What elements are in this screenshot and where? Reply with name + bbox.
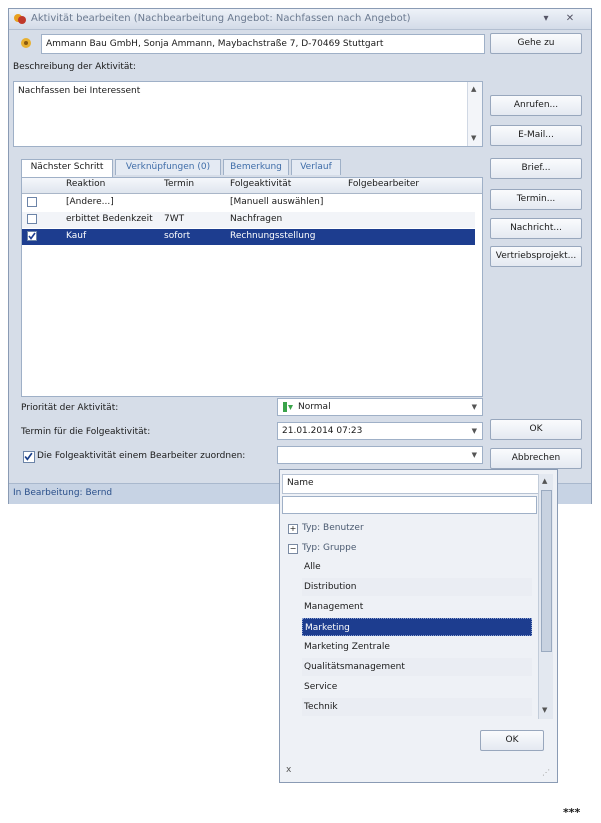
cell-reaktion: [Andere...]	[66, 197, 114, 207]
close-icon[interactable]: ✕	[563, 12, 577, 26]
cell-folgeaktivitaet: [Manuell auswählen]	[230, 197, 324, 207]
next-step-grid: Reaktion Termin Folgeaktivität Folgebear…	[21, 177, 483, 397]
scroll-thumb[interactable]	[541, 490, 552, 652]
table-row[interactable]: erbittet Bedenkzeit 7WT Nachfragen	[22, 212, 475, 228]
description-value: Nachfassen bei Interessent	[18, 86, 141, 96]
dropdown-ok-button[interactable]: OK	[480, 730, 544, 751]
group-label: Typ: Benutzer	[302, 523, 364, 533]
table-row-selected[interactable]: Kauf sofort Rechnungsstellung	[22, 229, 475, 245]
cell-reaktion: Kauf	[66, 231, 87, 241]
date-label: Termin für die Folgeaktivität:	[21, 427, 151, 437]
check-icon	[28, 232, 36, 240]
activity-dialog: Aktivität bearbeiten (Nachbearbeitung An…	[8, 8, 592, 504]
assign-checkbox[interactable]	[23, 451, 35, 463]
tab-links[interactable]: Verknüpfungen (0)	[115, 159, 221, 175]
column-name-header[interactable]: Name	[287, 478, 314, 488]
dropdown-header: Name	[282, 474, 539, 494]
scroll-up-icon[interactable]: ▲	[471, 85, 476, 93]
list-item[interactable]: Distribution	[302, 578, 532, 596]
tab-next-step[interactable]: Nächster Schritt	[21, 159, 113, 177]
message-button[interactable]: Nachricht...	[490, 218, 582, 239]
description-scrollbar[interactable]: ▲ ▼	[467, 82, 482, 146]
description-textarea[interactable]: Nachfassen bei Interessent ▲ ▼	[13, 81, 483, 147]
cell-folgeaktivitaet: Nachfragen	[230, 214, 283, 224]
row-checkbox[interactable]	[27, 214, 37, 224]
priority-select[interactable]: Normal ▼	[277, 398, 483, 416]
row-checkbox-checked[interactable]	[27, 231, 37, 241]
contact-icon	[21, 38, 31, 48]
scroll-down-icon[interactable]: ▼	[542, 706, 547, 714]
window-title: Aktivität bearbeiten (Nachbearbeitung An…	[31, 13, 411, 24]
tab-strip: Nächster Schritt Verknüpfungen (0) Bemer…	[21, 159, 481, 177]
table-row[interactable]: [Andere...] [Manuell auswählen]	[22, 195, 475, 211]
scroll-down-icon[interactable]: ▼	[471, 134, 476, 142]
appointment-button[interactable]: Termin...	[490, 189, 582, 210]
cell-reaktion: erbittet Bedenkzeit	[66, 214, 153, 224]
priority-value: Normal	[298, 402, 331, 412]
pin-icon[interactable]: ▾	[539, 12, 553, 26]
title-bar[interactable]: Aktivität bearbeiten (Nachbearbeitung An…	[9, 9, 591, 30]
date-value: 21.01.2014 07:23	[282, 426, 363, 436]
description-label: Beschreibung der Aktivität:	[13, 62, 136, 72]
cell-termin: 7WT	[164, 214, 185, 224]
email-button[interactable]: E-Mail...	[490, 125, 582, 146]
col-termin[interactable]: Termin	[164, 179, 194, 189]
list-item[interactable]: Marketing Zentrale	[302, 638, 532, 656]
assign-select[interactable]: ▼	[277, 446, 483, 464]
collapse-icon[interactable]: −	[288, 544, 298, 554]
group-row-gruppe[interactable]: − Typ: Gruppe	[286, 540, 536, 558]
list-item[interactable]: Qualitätsmanagement	[302, 658, 532, 676]
row-checkbox[interactable]	[27, 197, 37, 207]
expand-icon[interactable]: +	[288, 524, 298, 534]
chevron-down-icon[interactable]: ▼	[472, 451, 477, 459]
assign-label: Die Folgeaktivität einem Bearbeiter zuor…	[37, 451, 246, 461]
chevron-down-icon[interactable]: ▼	[472, 403, 477, 411]
ok-button[interactable]: OK	[490, 419, 582, 440]
sales-project-button[interactable]: Vertriebsprojekt...	[490, 246, 582, 267]
list-item[interactable]: Service	[302, 678, 532, 696]
goto-button[interactable]: Gehe zu	[490, 33, 582, 54]
date-picker[interactable]: 21.01.2014 07:23 ▼	[277, 422, 483, 440]
col-reaktion[interactable]: Reaktion	[66, 179, 105, 189]
app-icon	[14, 14, 26, 24]
contact-field[interactable]: Ammann Bau GmbH, Sonja Ammann, Maybachst…	[41, 34, 485, 54]
list-item[interactable]: Technik	[302, 698, 532, 716]
priority-label: Priorität der Aktivität:	[21, 403, 119, 413]
group-row-benutzer[interactable]: + Typ: Benutzer	[286, 520, 536, 538]
resize-grip-icon[interactable]: ⋰	[542, 768, 550, 777]
cancel-button[interactable]: Abbrechen	[490, 448, 582, 469]
list-item[interactable]: Alle	[302, 558, 532, 576]
status-text: In Bearbeitung: Bernd	[13, 488, 113, 498]
check-icon	[24, 452, 33, 461]
list-item-selected[interactable]: Marketing	[302, 618, 532, 636]
col-folgebearbeiter[interactable]: Folgebearbeiter	[348, 179, 419, 189]
list-item[interactable]: Management	[302, 598, 532, 616]
contact-value: Ammann Bau GmbH, Sonja Ammann, Maybachst…	[46, 39, 384, 49]
col-folgeaktivitaet[interactable]: Folgeaktivität	[230, 179, 291, 189]
cell-folgeaktivitaet: Rechnungsstellung	[230, 231, 316, 241]
call-button[interactable]: Anrufen...	[490, 95, 582, 116]
dropdown-search-input[interactable]	[282, 496, 537, 514]
priority-normal-icon	[283, 402, 293, 412]
group-label: Typ: Gruppe	[302, 543, 357, 553]
assignee-dropdown: Name ▲ ▼ + Typ: Benutzer − Typ: Gruppe A…	[279, 469, 558, 783]
dropdown-scrollbar[interactable]: ▲ ▼	[538, 474, 553, 719]
close-icon[interactable]: x	[286, 765, 291, 775]
tab-history[interactable]: Verlauf	[291, 159, 341, 175]
cell-termin: sofort	[164, 231, 191, 241]
grid-header: Reaktion Termin Folgeaktivität Folgebear…	[22, 178, 482, 194]
page-footer-mark: ***	[563, 806, 581, 819]
chevron-down-icon[interactable]: ▼	[472, 427, 477, 435]
tab-remark[interactable]: Bemerkung	[223, 159, 289, 175]
letter-button[interactable]: Brief...	[490, 158, 582, 179]
scroll-up-icon[interactable]: ▲	[542, 477, 547, 485]
